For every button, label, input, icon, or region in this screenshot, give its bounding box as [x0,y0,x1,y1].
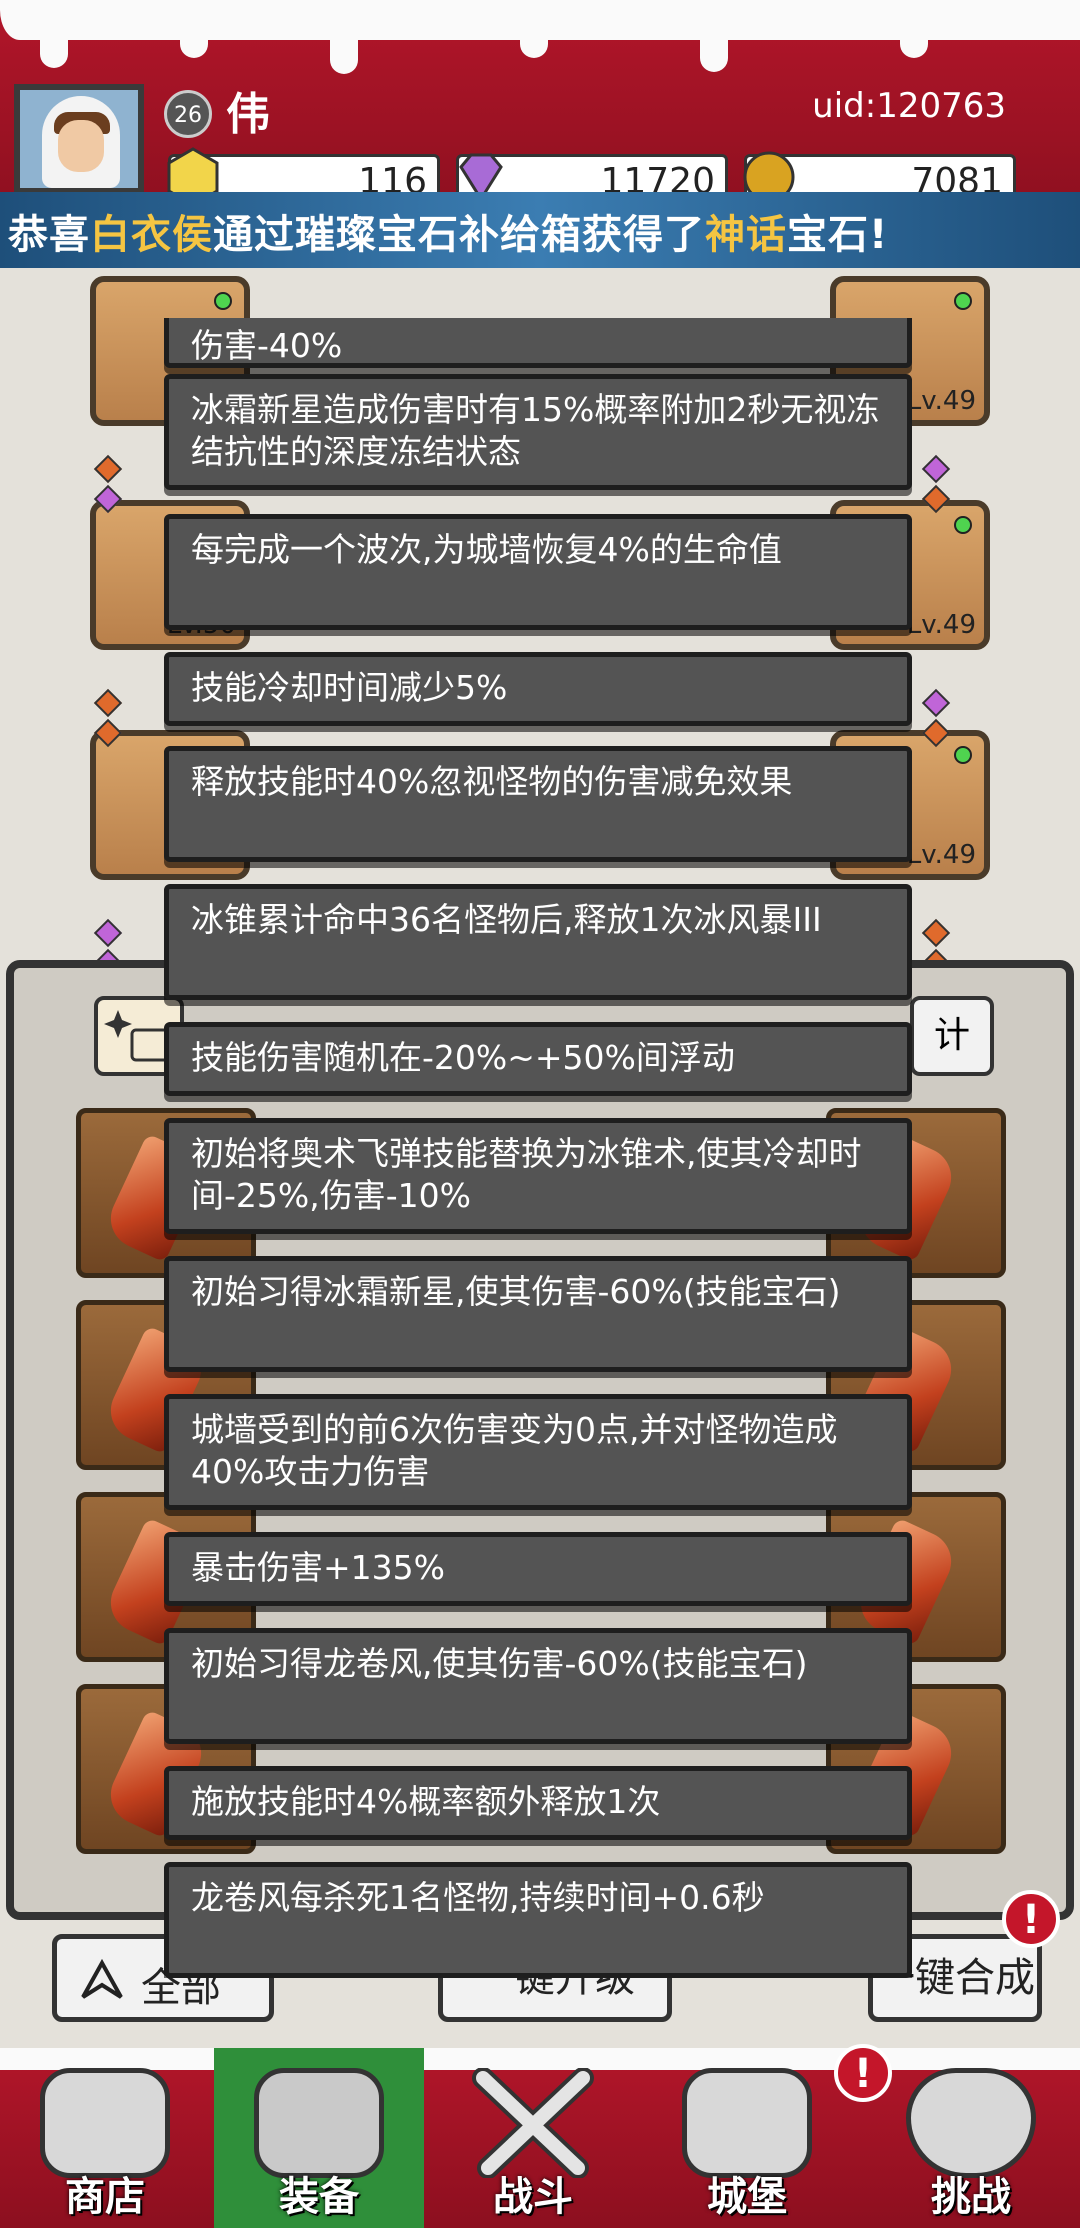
effect-text: 初始将奥术飞弹技能替换为冰锥术,使其冷却时间-25%,伤害-10% [191,1134,862,1215]
effect-text: 初始习得冰霜新星,使其伤害-60%(技能宝石) [191,1272,841,1311]
player-uid: uid:120763 [812,86,1006,126]
player-name: 伟 [226,89,270,140]
effect-text: 伤害-40% [191,326,343,365]
effect-text: 施放技能时4%概率额外释放1次 [191,1782,661,1821]
effect-text: 冰霜新星造成伤害时有15%概率附加2秒无视冻结抗性的深度冻结状态 [191,390,880,471]
effect-tooltip: 初始习得龙卷风,使其伤害-60%(技能宝石) [164,1628,912,1744]
nav-castle[interactable]: 城堡 [642,2048,852,2228]
ready-dot [954,292,972,310]
effect-tooltip: 冰霜新星造成伤害时有15%概率附加2秒无视冻结抗性的深度冻结状态 [164,374,912,490]
ready-dot [954,516,972,534]
nav-label: 挑战 [931,2174,1011,2220]
slot-level: Lv.49 [906,840,976,870]
alert-badge: ! [1002,1890,1060,1948]
chevron-up-icon [81,1958,123,1999]
ticker-text: 恭喜白衣侯通过璀璨宝石补给箱获得了神话宝石! [8,212,889,258]
stats-button[interactable]: 计 [910,996,994,1076]
effect-text: 初始习得龙卷风,使其伤害-60%(技能宝石) [191,1644,808,1683]
castle-icon [682,2068,812,2178]
effect-text: 技能伤害随机在-20%~+50%间浮动 [191,1038,735,1077]
effect-text: 龙卷风每杀死1名怪物,持续时间+0.6秒 [191,1878,765,1917]
shop-icon [40,2068,170,2178]
effect-tooltip: 初始习得冰霜新星,使其伤害-60%(技能宝石) [164,1256,912,1372]
snow-drip [900,28,928,58]
ready-dot [214,292,232,310]
nav-label: 装备 [279,2174,359,2220]
backpack-icon [254,2068,384,2178]
effect-tooltip: 龙卷风每杀死1名怪物,持续时间+0.6秒 [164,1862,912,1978]
effect-tooltip: 每完成一个波次,为城墙恢复4%的生命值 [164,514,912,630]
snow-drip [330,28,358,74]
gem-sockets [92,688,152,748]
nav-label: 商店 [65,2174,145,2220]
slot-level: Lv.49 [906,386,976,416]
player-level-badge: 26 [164,90,212,138]
effect-tooltip: 冰锥累计命中36名怪物后,释放1次冰风暴III [164,884,912,1000]
gem-effects-tooltip-list[interactable]: 伤害-40% 冰霜新星造成伤害时有15%概率附加2秒无视冻结抗性的深度冻结状态 … [160,318,916,1978]
effect-tooltip: 技能伤害随机在-20%~+50%间浮动 [164,1022,912,1096]
effect-text: 释放技能时40%忽视怪物的伤害减免效果 [191,762,793,801]
snow-drip [180,28,208,58]
shield-icon [906,2068,1036,2178]
effect-text: 暴击伤害+135% [191,1548,445,1587]
effect-text: 每完成一个波次,为城墙恢复4%的生命值 [191,530,782,569]
effect-tooltip: 伤害-40% [164,318,912,368]
nav-equipment[interactable]: 装备 [214,2048,424,2228]
avatar[interactable] [14,84,144,194]
effect-tooltip: 释放技能时40%忽视怪物的伤害减免效果 [164,746,912,862]
announcement-ticker: 恭喜白衣侯通过璀璨宝石补给箱获得了神话宝石! [0,192,1080,268]
effect-text: 冰锥累计命中36名怪物后,释放1次冰风暴III [191,900,822,939]
avatar-face [58,120,104,172]
snow-drip [40,28,68,68]
effect-text: 技能冷却时间减少5% [191,668,508,707]
nav-battle[interactable]: 战斗 [428,2048,638,2228]
nav-challenge[interactable]: 挑战 [866,2048,1076,2228]
effect-tooltip: 初始将奥术飞弹技能替换为冰锥术,使其冷却时间-25%,伤害-10% [164,1118,912,1234]
effect-text: 城墙受到的前6次伤害变为0点,并对怪物造成40%攻击力伤害 [191,1410,838,1491]
effect-tooltip: 暴击伤害+135% [164,1532,912,1606]
top-bar: 26 伟 uid:120763 116 11720 7081 [0,0,1080,207]
gem-sockets [92,454,152,514]
snow-drip [520,28,548,58]
effect-tooltip: 施放技能时4%概率额外释放1次 [164,1766,912,1840]
gem-sockets [920,688,980,748]
gem-sockets [920,454,980,514]
snow-drip [700,28,728,72]
effect-tooltip: 技能冷却时间减少5% [164,652,912,726]
gem-sockets [92,918,152,978]
nav-label: 战斗 [493,2174,573,2220]
nav-shop[interactable]: 商店 [0,2048,210,2228]
effect-tooltip: 城墙受到的前6次伤害变为0点,并对怪物造成40%攻击力伤害 [164,1394,912,1510]
crossed-swords-icon [472,2068,594,2178]
slot-level: Lv.49 [906,610,976,640]
ready-dot [954,746,972,764]
nav-label: 城堡 [707,2174,787,2220]
gem-sockets [920,918,980,978]
